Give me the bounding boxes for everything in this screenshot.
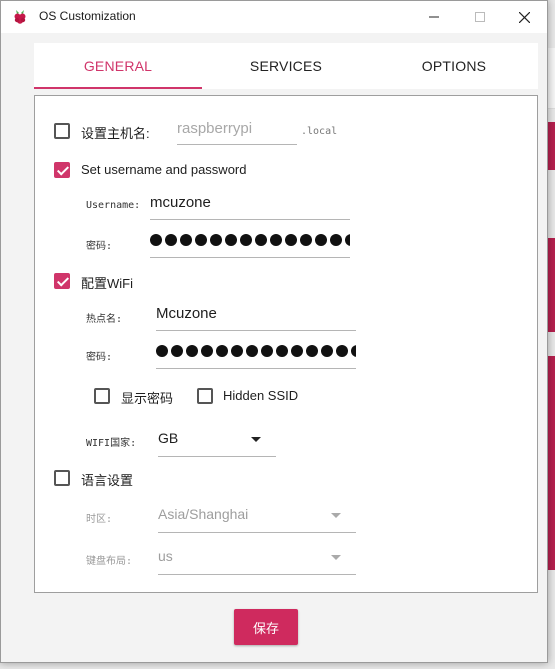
- hostname-checkbox[interactable]: [54, 123, 70, 139]
- set-username-password-checkbox[interactable]: [54, 162, 70, 178]
- password-dot: [180, 234, 192, 246]
- minimize-button[interactable]: [411, 1, 457, 33]
- password-dot: [261, 345, 273, 357]
- chevron-down-icon: [251, 437, 261, 442]
- close-icon: [518, 11, 530, 23]
- password-dot: [315, 234, 327, 246]
- maximize-icon: [475, 12, 485, 22]
- configure-wifi-label: 配置WiFi: [81, 276, 133, 291]
- hostname-label: 设置主机名:: [81, 126, 150, 141]
- general-panel: 设置主机名: raspberrypi .local Set username a…: [34, 95, 538, 593]
- user-password-underline: [150, 257, 350, 258]
- password-dot: [240, 234, 252, 246]
- password-dot: [231, 345, 243, 357]
- locale-settings-label: 语言设置: [81, 473, 134, 488]
- password-dot: [255, 234, 267, 246]
- keyboard-layout-underline: [158, 574, 356, 575]
- timezone-underline: [158, 532, 356, 533]
- password-dot: [345, 234, 350, 246]
- hidden-ssid-label: Hidden SSID: [223, 388, 299, 403]
- show-password-checkbox[interactable]: [94, 388, 110, 404]
- hostname-input[interactable]: raspberrypi: [177, 120, 252, 137]
- hidden-ssid-checkbox[interactable]: [197, 388, 213, 404]
- password-dot: [330, 234, 342, 246]
- tab-general[interactable]: GENERAL: [34, 43, 202, 89]
- hostname-suffix: .local: [301, 126, 338, 137]
- password-dot: [276, 345, 288, 357]
- password-dot: [246, 345, 258, 357]
- user-password-input[interactable]: [150, 234, 350, 246]
- configure-wifi-checkbox[interactable]: [54, 273, 70, 289]
- wifi-password-label: 密码:: [86, 352, 113, 363]
- chevron-down-icon: [331, 555, 341, 560]
- password-dot: [201, 345, 213, 357]
- maximize-button[interactable]: [457, 1, 503, 33]
- timezone-value: Asia/Shanghai: [158, 506, 249, 522]
- wifi-country-select[interactable]: GB: [158, 428, 276, 458]
- username-label: Username:: [86, 200, 141, 211]
- password-dot: [171, 345, 183, 357]
- password-dot: [225, 234, 237, 246]
- hostname-input-underline: [177, 144, 297, 145]
- username-input-underline: [150, 219, 350, 220]
- tab-bar: GENERAL SERVICES OPTIONS: [34, 43, 538, 89]
- chevron-down-icon: [331, 513, 341, 518]
- tab-options[interactable]: OPTIONS: [370, 43, 538, 89]
- close-button[interactable]: [501, 1, 547, 33]
- password-dot: [306, 345, 318, 357]
- password-dot: [351, 345, 356, 357]
- password-dot: [150, 234, 162, 246]
- timezone-select[interactable]: Asia/Shanghai: [158, 502, 356, 534]
- set-username-password-label: Set username and password: [81, 162, 247, 177]
- show-password-label: 显示密码: [121, 391, 174, 406]
- password-dot: [165, 234, 177, 246]
- locale-settings-checkbox[interactable]: [54, 470, 70, 486]
- ssid-input-underline: [156, 330, 356, 331]
- user-password-label: 密码:: [86, 241, 113, 252]
- password-dot: [321, 345, 333, 357]
- raspberry-icon: [14, 10, 26, 24]
- active-tab-indicator: [34, 87, 202, 89]
- password-dot: [291, 345, 303, 357]
- keyboard-layout-label: 键盘布局:: [86, 556, 133, 567]
- save-button[interactable]: 保存: [234, 609, 298, 645]
- password-dot: [336, 345, 348, 357]
- window-title: OS Customization: [39, 9, 136, 23]
- username-input[interactable]: mcuzone: [150, 194, 211, 211]
- ssid-input[interactable]: Mcuzone: [156, 305, 217, 322]
- password-dot: [156, 345, 168, 357]
- wifi-country-underline: [158, 456, 276, 457]
- password-dot: [216, 345, 228, 357]
- wifi-password-underline: [156, 368, 356, 369]
- wifi-country-value: GB: [158, 430, 179, 446]
- password-dot: [285, 234, 297, 246]
- ssid-label: 热点名:: [86, 314, 123, 325]
- wifi-password-input[interactable]: [156, 345, 356, 357]
- title-bar[interactable]: OS Customization: [1, 1, 547, 33]
- password-dot: [210, 234, 222, 246]
- password-dot: [195, 234, 207, 246]
- keyboard-layout-value: us: [158, 548, 173, 564]
- password-dot: [300, 234, 312, 246]
- wifi-country-label: WIFI国家:: [86, 438, 137, 449]
- minimize-icon: [429, 16, 439, 18]
- password-dot: [186, 345, 198, 357]
- keyboard-layout-select[interactable]: us: [158, 544, 356, 576]
- tab-services[interactable]: SERVICES: [202, 43, 370, 89]
- dialog-content: GENERAL SERVICES OPTIONS 设置主机名: raspberr…: [1, 33, 547, 662]
- os-customization-dialog: OS Customization GENERAL SERVICES OPTION…: [0, 0, 548, 663]
- timezone-label: 时区:: [86, 514, 113, 525]
- password-dot: [270, 234, 282, 246]
